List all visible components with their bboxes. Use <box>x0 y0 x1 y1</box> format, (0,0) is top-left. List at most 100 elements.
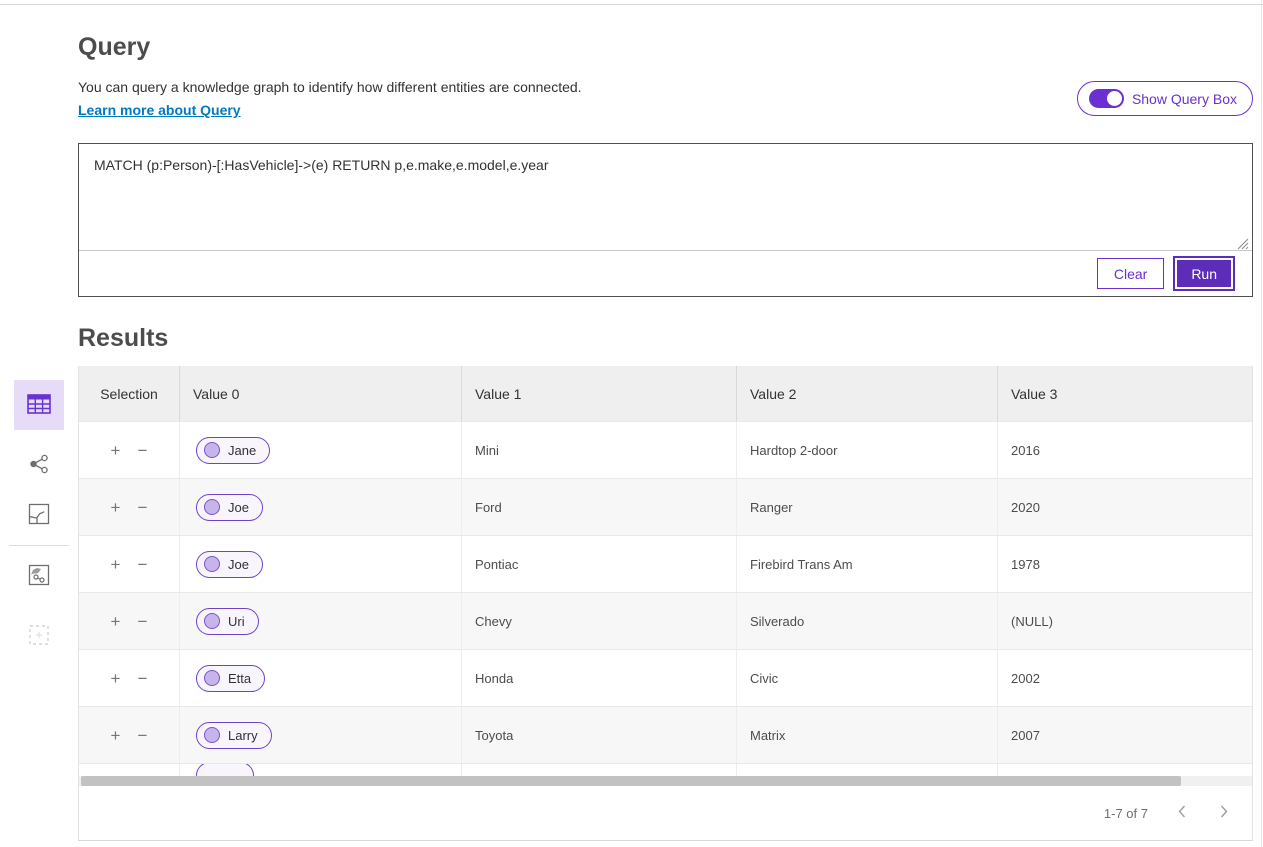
table-row: + − Jane Mini Hardtop 2-door 2016 <box>79 421 1252 478</box>
run-button-focus-ring: Run <box>1173 256 1235 291</box>
entity-icon <box>204 442 220 458</box>
cell-year: 2002 <box>997 650 1252 706</box>
cell-model: Hardtop 2-door <box>736 422 997 478</box>
toggle-switch-icon[interactable] <box>1089 89 1124 108</box>
results-table-card: Selection Value 0 Value 1 Value 2 Value … <box>78 366 1253 841</box>
cell-model: Firebird Trans Am <box>736 536 997 592</box>
entity-icon <box>204 727 220 743</box>
clear-button[interactable]: Clear <box>1097 258 1164 289</box>
view-sidebar <box>0 380 78 661</box>
results-footer: 1-7 of 7 <box>79 786 1252 840</box>
cell-year: 1978 <box>997 536 1252 592</box>
right-edge-divider <box>1261 0 1262 847</box>
add-selection-button[interactable]: + <box>107 499 125 516</box>
learn-more-link[interactable]: Learn more about Query <box>78 102 241 118</box>
toggle-knob <box>1107 91 1122 106</box>
entity-pill[interactable]: Etta <box>196 665 265 692</box>
query-box-footer: Clear Run <box>79 251 1252 296</box>
add-selection-button[interactable]: + <box>107 442 125 459</box>
entity-label: Jane <box>228 443 256 458</box>
table-row-partial <box>79 763 1252 776</box>
top-divider <box>0 4 1263 5</box>
entity-label: Joe <box>228 557 249 572</box>
column-header-value0: Value 0 <box>179 366 461 421</box>
page-title: Query <box>78 33 150 62</box>
map-view-icon <box>27 502 51 529</box>
column-header-value1: Value 1 <box>461 366 736 421</box>
cell-make: Honda <box>461 650 736 706</box>
horizontal-scrollbar-track[interactable] <box>79 776 1252 786</box>
query-page: Query You can query a knowledge graph to… <box>0 0 1263 847</box>
resize-handle-icon[interactable] <box>1237 237 1249 249</box>
entity-icon <box>204 499 220 515</box>
entity-icon <box>204 670 220 686</box>
cell-make: Chevy <box>461 593 736 649</box>
results-title: Results <box>78 324 168 353</box>
cell-make: Mini <box>461 422 736 478</box>
remove-selection-button[interactable]: − <box>134 499 152 516</box>
cell-model: Silverado <box>736 593 997 649</box>
column-header-selection: Selection <box>79 366 179 421</box>
entity-pill[interactable]: Jane <box>196 437 270 464</box>
cell-year: (NULL) <box>997 593 1252 649</box>
remove-selection-button[interactable]: − <box>134 727 152 744</box>
table-row: + − Etta Honda Civic 2002 <box>79 649 1252 706</box>
entity-icon <box>204 613 220 629</box>
table-row: + − Larry Toyota Matrix 2007 <box>79 706 1252 763</box>
query-input[interactable]: MATCH (p:Person)-[:HasVehicle]->(e) RETU… <box>79 144 1252 251</box>
cell-year: 2007 <box>997 707 1252 763</box>
table-view-icon <box>26 392 52 419</box>
entity-label: Uri <box>228 614 245 629</box>
sidebar-item-new-view <box>14 611 64 661</box>
entity-label: Joe <box>228 500 249 515</box>
map-link-chart-icon <box>27 563 51 590</box>
entity-pill[interactable]: Joe <box>196 494 263 521</box>
sidebar-divider <box>9 545 69 546</box>
table-row: + − Joe Ford Ranger 2020 <box>79 478 1252 535</box>
cell-make: Pontiac <box>461 536 736 592</box>
table-row: + − Uri Chevy Silverado (NULL) <box>79 592 1252 649</box>
link-chart-icon <box>27 452 51 479</box>
remove-selection-button[interactable]: − <box>134 442 152 459</box>
chevron-right-icon <box>1220 805 1228 821</box>
sidebar-item-table-view[interactable] <box>14 380 64 430</box>
entity-pill[interactable]: Joe <box>196 551 263 578</box>
remove-selection-button[interactable]: − <box>134 670 152 687</box>
entity-label: Etta <box>228 671 251 686</box>
column-header-value3: Value 3 <box>997 366 1252 421</box>
add-selection-button[interactable]: + <box>107 670 125 687</box>
cell-make: Ford <box>461 479 736 535</box>
cell-model: Ranger <box>736 479 997 535</box>
show-query-box-toggle[interactable]: Show Query Box <box>1077 81 1253 116</box>
pagination-range-label: 1-7 of 7 <box>1104 806 1148 821</box>
previous-page-button[interactable] <box>1174 803 1190 823</box>
table-header-row: Selection Value 0 Value 1 Value 2 Value … <box>79 366 1252 421</box>
sidebar-item-link-chart-view[interactable] <box>14 440 64 490</box>
toggle-label: Show Query Box <box>1132 91 1237 107</box>
entity-pill[interactable]: Larry <box>196 722 272 749</box>
cell-model: Matrix <box>736 707 997 763</box>
entity-pill[interactable]: Uri <box>196 608 259 635</box>
run-button[interactable]: Run <box>1177 260 1231 287</box>
query-box: MATCH (p:Person)-[:HasVehicle]->(e) RETU… <box>78 143 1253 297</box>
sidebar-item-map-view[interactable] <box>14 490 64 540</box>
table-row: + − Joe Pontiac Firebird Trans Am 1978 <box>79 535 1252 592</box>
entity-icon <box>204 556 220 572</box>
column-header-value2: Value 2 <box>736 366 997 421</box>
add-selection-button[interactable]: + <box>107 613 125 630</box>
new-view-disabled-icon <box>27 623 51 650</box>
page-description: You can query a knowledge graph to ident… <box>78 79 582 95</box>
horizontal-scrollbar-thumb[interactable] <box>81 776 1181 786</box>
next-page-button[interactable] <box>1216 803 1232 823</box>
entity-label: Larry <box>228 728 258 743</box>
cell-year: 2016 <box>997 422 1252 478</box>
add-selection-button[interactable]: + <box>107 727 125 744</box>
sidebar-item-map-link-chart-view[interactable] <box>14 551 64 601</box>
remove-selection-button[interactable]: − <box>134 556 152 573</box>
remove-selection-button[interactable]: − <box>134 613 152 630</box>
add-selection-button[interactable]: + <box>107 556 125 573</box>
cell-make: Toyota <box>461 707 736 763</box>
chevron-left-icon <box>1178 805 1186 821</box>
cell-year: 2020 <box>997 479 1252 535</box>
entity-pill[interactable] <box>196 763 254 776</box>
